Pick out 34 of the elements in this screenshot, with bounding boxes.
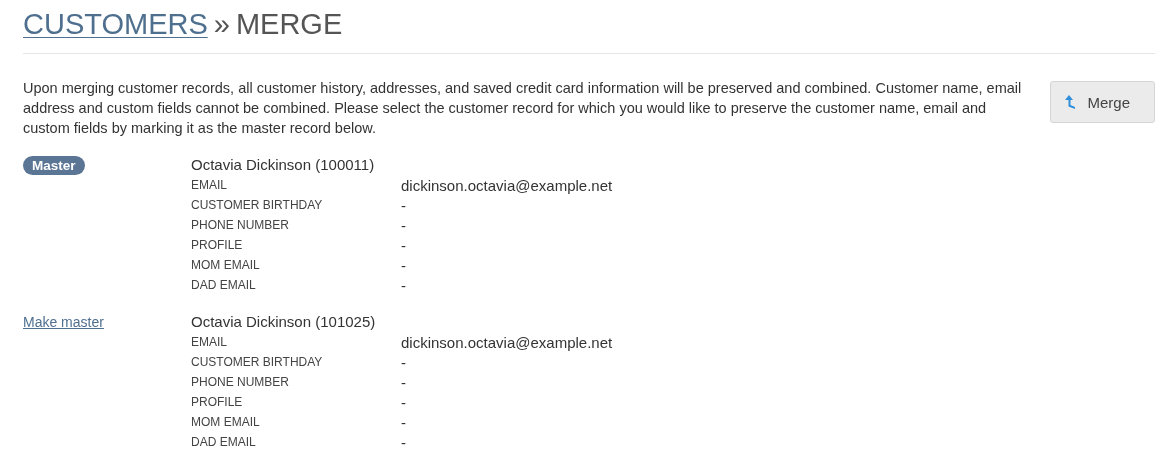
field-value: - [401,276,407,294]
field-value: dickinson.octavia@example.net [401,176,614,194]
field-value: - [401,353,407,371]
field-label: EMAIL [191,335,228,349]
field-label: CUSTOMER BIRTHDAY [191,355,324,369]
field-value: - [401,216,407,234]
field-label: MOM EMAIL [191,415,261,429]
merge-arrow-icon [1065,94,1078,110]
merge-description: Upon merging customer records, all customer history, addresses, and saved credit card information will be preserved and combined. Customer name, email address and custom fields cannot be combined. Please select the customer record for which you would like to preserve the customer name, email and custom fields by marking it as the master record below. [23,79,1023,138]
page-title: MERGE [235,8,343,41]
breadcrumb-separator: » [213,8,230,41]
field-value: - [401,373,407,391]
field-label: MOM EMAIL [191,258,261,272]
field-label: CUSTOMER BIRTHDAY [191,198,324,212]
field-value: dickinson.octavia@example.net [401,333,614,351]
merge-button[interactable]: Merge [1050,81,1155,123]
field-label: PHONE NUMBER [191,375,290,389]
field-label: DAD EMAIL [191,278,257,292]
field-value: - [401,256,407,274]
customer-name: Octavia Dickinson (101025) [191,313,377,330]
field-label: DAD EMAIL [191,435,257,449]
breadcrumb-link[interactable]: CUSTOMERS [23,8,208,41]
master-badge: Master [23,156,85,175]
field-value: - [401,196,407,214]
field-value: - [401,413,407,431]
customer-name: Octavia Dickinson (100011) [191,156,376,173]
make-master-link[interactable]: Make master [23,314,104,330]
field-value: - [401,433,407,451]
field-label: PROFILE [191,238,244,252]
field-label: PROFILE [191,395,244,409]
field-label: EMAIL [191,178,228,192]
field-value: - [401,236,407,254]
field-label: PHONE NUMBER [191,218,290,232]
field-value: - [401,393,407,411]
